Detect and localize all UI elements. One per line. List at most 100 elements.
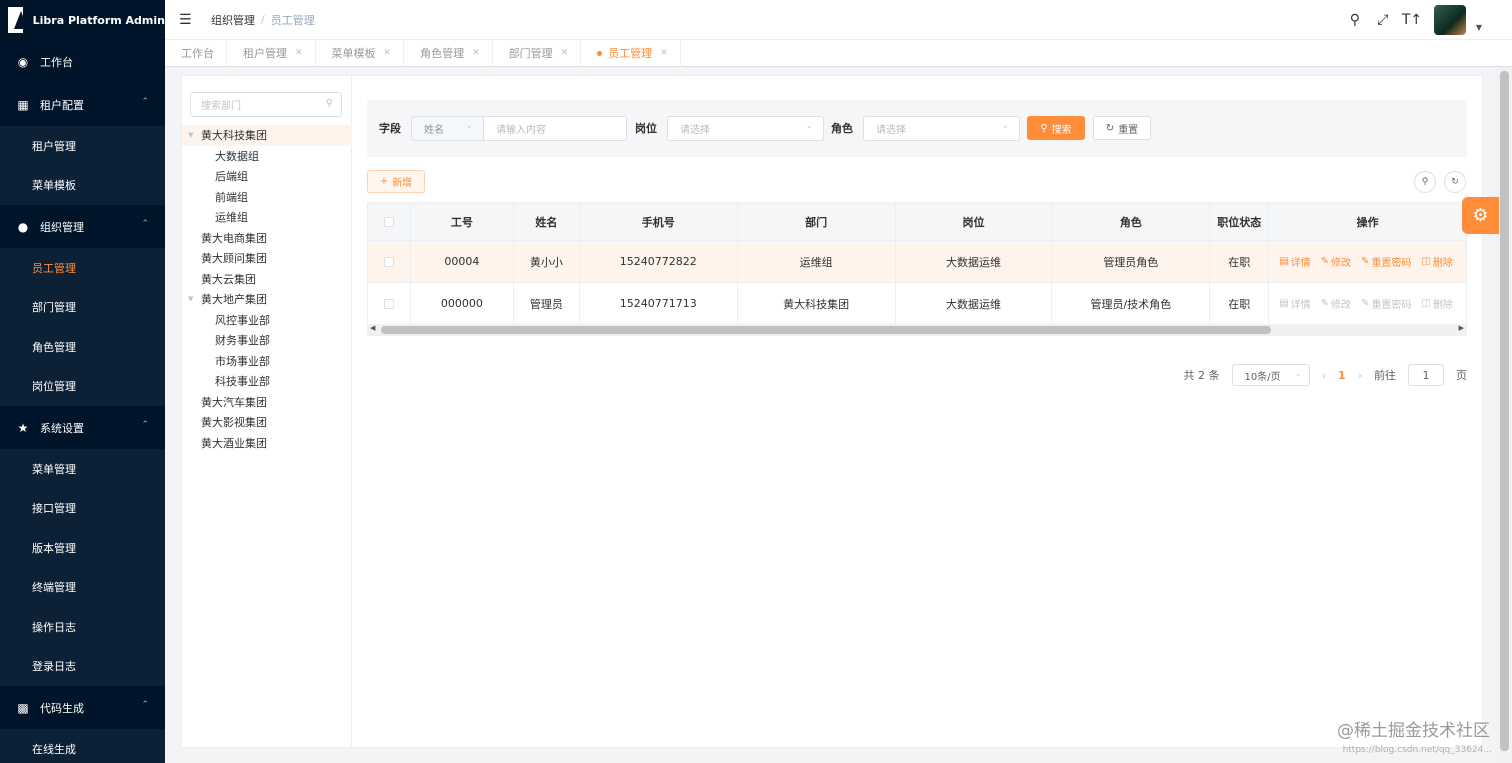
tree-node[interactable]: 运维组 <box>182 207 352 228</box>
tree-node[interactable]: 黄大电商集团 <box>182 228 352 249</box>
tree-node[interactable]: 大数据组 <box>182 146 352 167</box>
sidebar-item-menu-template[interactable]: 菜单模板 <box>0 166 165 206</box>
sidebar-item-role[interactable]: 角色管理 <box>0 327 165 367</box>
submenu-system: 菜单管理 接口管理 版本管理 终端管理 操作日志 登录日志 <box>0 449 165 686</box>
search-icon[interactable]: ⚲ <box>1346 12 1364 28</box>
sidebar-item-version-manage[interactable]: 版本管理 <box>0 528 165 568</box>
sidebar-item-post[interactable]: 岗位管理 <box>0 367 165 407</box>
tree-node-label: 黄大影视集团 <box>201 416 267 430</box>
arrow-right-icon[interactable]: ▶ <box>1459 324 1464 332</box>
sidebar-item-terminal-manage[interactable]: 终端管理 <box>0 568 165 608</box>
page-scrollbar[interactable] <box>1497 67 1512 763</box>
sidebar-item-online-gen[interactable]: 在线生成 <box>0 729 165 763</box>
close-icon[interactable]: ✕ <box>384 48 392 58</box>
sidebar-item-menu-manage[interactable]: 菜单管理 <box>0 449 165 489</box>
tree-node[interactable]: 黄大云集团 <box>182 269 352 290</box>
search-button[interactable]: ⚲ 搜索 <box>1027 116 1085 140</box>
detail-button[interactable]: ▤ 详情 <box>1279 254 1310 269</box>
edit-button[interactable]: ✎ 修改 <box>1321 296 1351 311</box>
tree-node[interactable]: 财务事业部 <box>182 330 352 351</box>
close-icon[interactable]: ✕ <box>561 48 569 58</box>
post-select[interactable]: 请选择 ⌄ <box>667 116 824 141</box>
close-icon[interactable]: ✕ <box>660 48 668 58</box>
goto-page-input[interactable]: 1 <box>1408 364 1444 386</box>
field-keyword-input[interactable]: 请输入内容 <box>483 116 627 141</box>
settings-button[interactable]: ⚙ <box>1462 197 1499 234</box>
tree-node[interactable]: 科技事业部 <box>182 371 352 392</box>
refresh-button[interactable]: ↻ <box>1444 171 1466 193</box>
caret-down-icon[interactable]: ▼ <box>188 295 198 303</box>
sidebar-item-employee[interactable]: 员工管理 <box>0 248 165 288</box>
sidebar-item-dashboard[interactable]: ◉ 工作台 <box>0 40 165 83</box>
field-select[interactable]: 姓名 ⌄ <box>411 116 484 141</box>
reset-password-button[interactable]: ✎ 重置密码 <box>1361 254 1411 269</box>
caret-down-icon[interactable]: ▼ <box>1476 23 1482 32</box>
column-header: 职位状态 <box>1210 203 1270 241</box>
arrow-left-icon[interactable]: ◀ <box>370 324 375 332</box>
tag-employee-manage[interactable]: 员工管理 ✕ <box>581 39 681 67</box>
add-button[interactable]: + 新增 <box>367 170 425 193</box>
tag-menu-template[interactable]: 菜单模板 ✕ <box>316 39 405 67</box>
tree-node[interactable]: 后端组 <box>182 166 352 187</box>
sidebar-item-tenant-manage[interactable]: 租户管理 <box>0 126 165 166</box>
tree-node[interactable]: 市场事业部 <box>182 351 352 372</box>
next-page-icon[interactable]: › <box>1358 369 1362 382</box>
sidebar-item-login-log[interactable]: 登录日志 <box>0 647 165 687</box>
tag-role-manage[interactable]: 角色管理 ✕ <box>404 39 493 67</box>
avatar[interactable] <box>1433 5 1466 35</box>
tree-node[interactable]: 黄大影视集团 <box>182 412 352 433</box>
tag-department-manage[interactable]: 部门管理 ✕ <box>493 39 582 67</box>
detail-button[interactable]: ▤ 详情 <box>1279 296 1310 311</box>
table-row[interactable]: 000000 管理员 15240771713 黄大科技集团 大数据运维 管理员/… <box>368 283 1468 325</box>
op-label: 修改 <box>1331 300 1352 311</box>
department-search-input[interactable]: 搜索部门 ⚲ <box>190 92 342 117</box>
tag-tenant-manage[interactable]: 租户管理 ✕ <box>227 39 316 67</box>
tree-node[interactable]: 前端组 <box>182 187 352 208</box>
logo[interactable]: Libra Platform Admin <box>0 0 165 40</box>
sidebar-group-codegen[interactable]: ▩ 代码生成 ⌃ <box>0 686 165 729</box>
prev-page-icon[interactable]: ‹ <box>1322 369 1326 382</box>
sidebar-item-api-manage[interactable]: 接口管理 <box>0 489 165 529</box>
caret-down-icon[interactable]: ▼ <box>188 131 198 139</box>
sidebar-group-label: 租户配置 <box>40 98 84 112</box>
sidebar-group-org[interactable]: ● 组织管理 ⌃ <box>0 205 165 248</box>
table-horizontal-scrollbar[interactable]: ◀ ▶ <box>367 324 1467 336</box>
goto-page-value: 1 <box>1422 368 1430 382</box>
search-icon[interactable]: ⚲ <box>326 98 333 109</box>
chevron-up-icon: ⌃ <box>141 219 149 229</box>
tree-node[interactable]: ▼ 黄大地产集团 <box>182 289 352 310</box>
sidebar-group-system[interactable]: ★ 系统设置 ⌃ <box>0 406 165 449</box>
sidebar-group-tenant[interactable]: ▦ 租户配置 ⌃ <box>0 83 165 126</box>
delete-button[interactable]: ◫ 删除 <box>1421 254 1452 269</box>
tree-node[interactable]: ▼ 黄大科技集团 <box>182 125 352 146</box>
chevron-down-icon: ⌄ <box>1001 121 1009 131</box>
reset-button[interactable]: ↻ 重置 <box>1093 116 1151 140</box>
toggle-search-button[interactable]: ⚲ <box>1414 171 1436 193</box>
tree-node[interactable]: 黄大酒业集团 <box>182 433 352 454</box>
menu-fold-icon[interactable]: ☰ <box>179 12 193 28</box>
sidebar-item-department[interactable]: 部门管理 <box>0 288 165 328</box>
close-icon[interactable]: ✕ <box>295 48 303 58</box>
page-size-select[interactable]: 10条/页 ⌄ <box>1231 364 1310 386</box>
page-number-current[interactable]: 1 <box>1338 369 1346 382</box>
font-size-icon[interactable]: T↑ <box>1402 12 1422 28</box>
tree-node[interactable]: 黄大汽车集团 <box>182 392 352 413</box>
delete-button[interactable]: ◫ 删除 <box>1421 296 1452 311</box>
edit-button[interactable]: ✎ 修改 <box>1321 254 1351 269</box>
tree-node[interactable]: 风控事业部 <box>182 310 352 331</box>
row-checkbox[interactable] <box>383 298 394 309</box>
tag-label: 菜单模板 <box>331 47 376 60</box>
scrollbar-thumb[interactable] <box>1500 71 1509 751</box>
row-checkbox[interactable] <box>383 256 394 267</box>
reset-password-button[interactable]: ✎ 重置密码 <box>1361 296 1411 311</box>
tree-node[interactable]: 黄大顾问集团 <box>182 248 352 269</box>
sidebar-item-operation-log[interactable]: 操作日志 <box>0 607 165 647</box>
role-select[interactable]: 请选择 ⌄ <box>863 116 1020 141</box>
close-icon[interactable]: ✕ <box>472 48 480 58</box>
table-row[interactable]: 00004 黄小小 15240772822 运维组 大数据运维 管理员角色 在职… <box>368 241 1468 283</box>
breadcrumb-item[interactable]: 组织管理 <box>211 12 255 28</box>
tag-dashboard[interactable]: 工作台 <box>165 39 227 67</box>
fullscreen-icon[interactable]: ⤢ <box>1374 12 1392 28</box>
scrollbar-thumb[interactable] <box>381 326 1271 334</box>
select-all-checkbox[interactable] <box>383 216 394 227</box>
